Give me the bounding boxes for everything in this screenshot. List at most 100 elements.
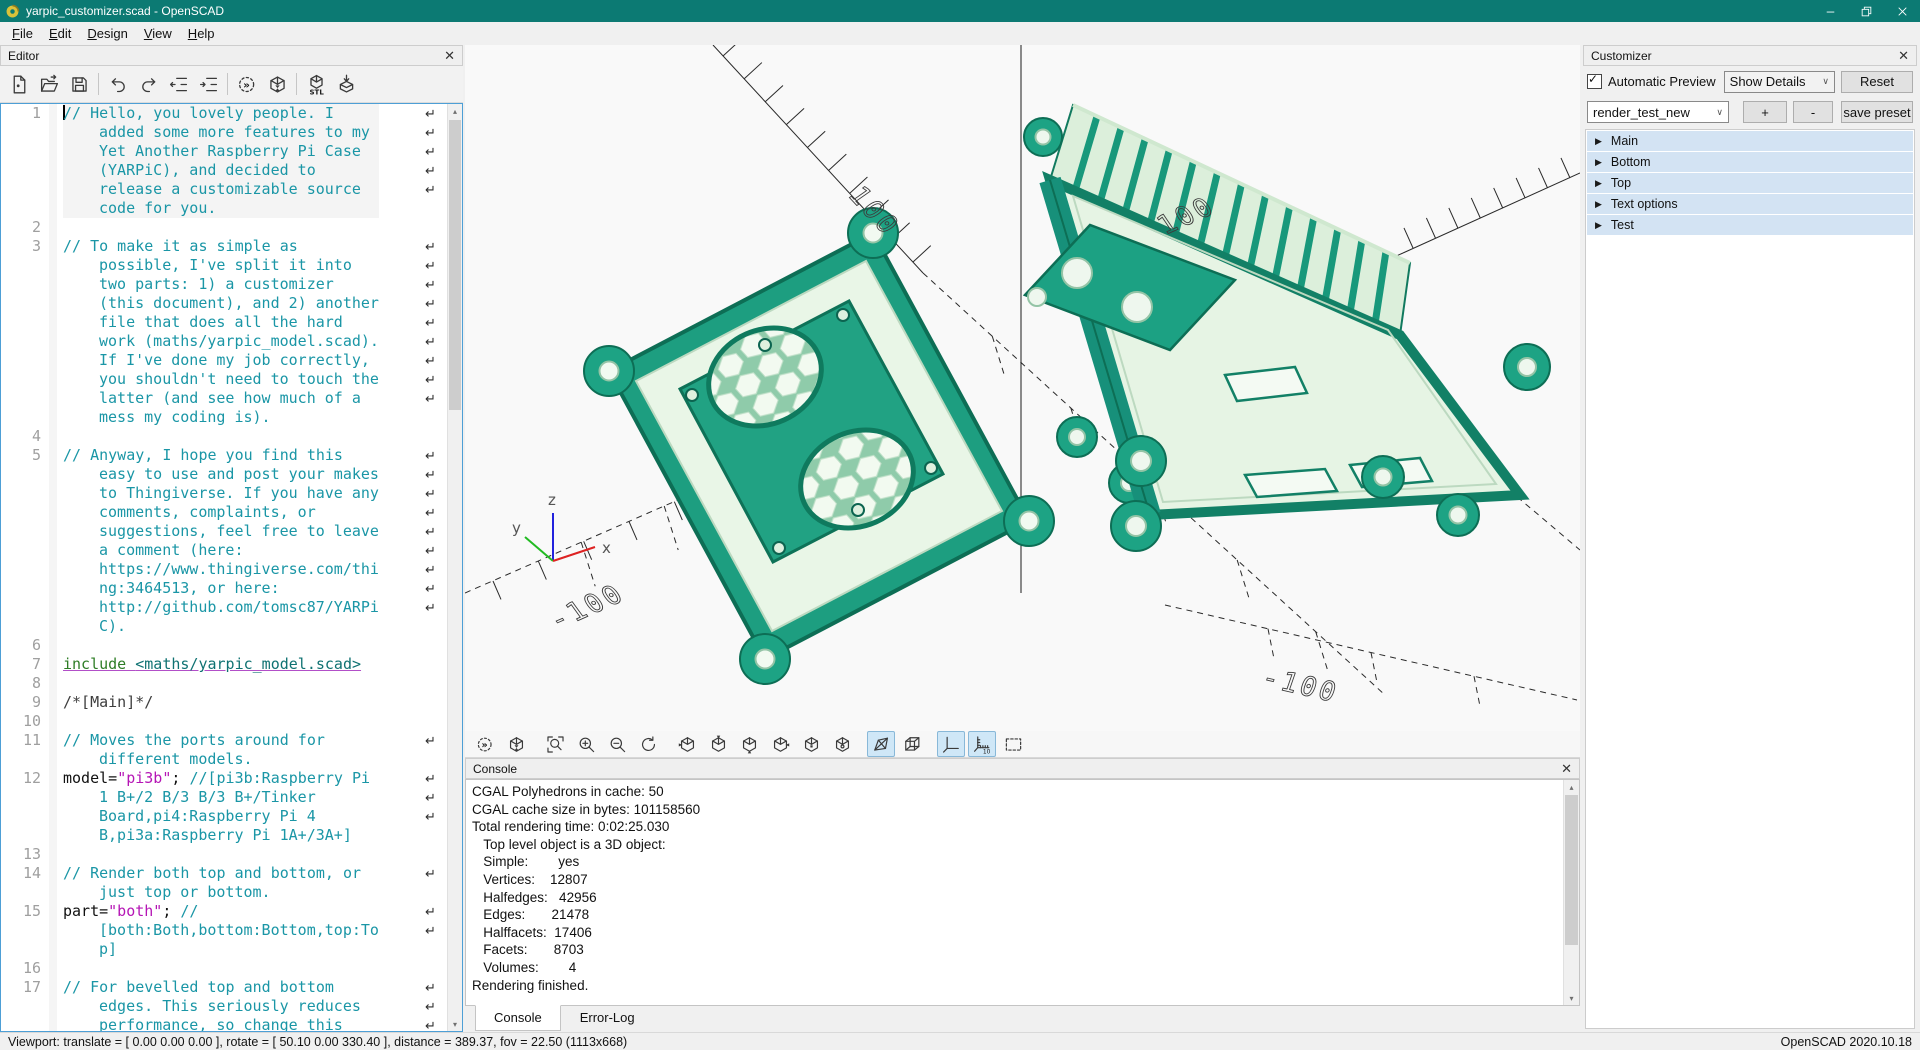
zoom-all-button[interactable] [541,731,569,757]
save-preset-button[interactable]: save preset [1841,101,1913,123]
show-axes-button[interactable] [937,731,965,757]
editor-scrollbar[interactable]: ▴ ▾ [447,104,462,1031]
tab-console[interactable]: Console [475,1005,561,1031]
scroll-down-icon[interactable]: ▾ [1564,991,1579,1005]
fold-margin [49,446,57,636]
customizer-close-icon[interactable]: ✕ [1898,49,1909,62]
view-bottom-button[interactable] [735,731,763,757]
fold-margin [49,674,57,693]
wrap-marker-icon: ↵ [425,276,441,295]
code-line-text: // Anyway, I hope you find this easy to … [63,446,379,636]
scroll-up-icon[interactable]: ▴ [448,104,462,118]
fold-margin [49,902,57,959]
scroll-up-icon[interactable]: ▴ [1564,780,1579,794]
view-left-button[interactable] [766,731,794,757]
line-number: 6 [1,636,49,655]
expand-triangle-icon: ▶ [1595,220,1602,231]
code-editor[interactable]: 1// Hello, you lovely people. I added so… [0,103,463,1032]
fold-margin [49,104,57,218]
add-preset-button[interactable]: + [1743,101,1787,123]
orthogonal-button[interactable] [898,731,926,757]
tab-error-log[interactable]: Error-Log [561,1005,654,1031]
customizer-section-text-options[interactable]: ▶Text options [1587,194,1913,214]
view-right-button[interactable] [673,731,701,757]
menu-design[interactable]: Design [79,23,135,44]
editor-close-icon[interactable]: ✕ [444,49,455,62]
remove-preset-button[interactable]: - [1793,101,1833,123]
save-button[interactable] [64,69,94,99]
fold-margin [49,731,57,769]
view-back-button[interactable] [828,731,856,757]
customizer-section-bottom[interactable]: ▶Bottom [1587,152,1913,172]
zoom-out-button[interactable] [603,731,631,757]
console-tab-bar: ConsoleError-Log [465,1006,1580,1032]
editor-panel-title: Editor [8,49,39,63]
section-label: Main [1611,134,1638,148]
print-3d-button[interactable] [331,69,361,99]
export-stl-button[interactable]: STL [301,69,331,99]
view-top-button[interactable] [704,731,732,757]
unindent-button[interactable] [163,69,193,99]
code-line: 5// Anyway, I hope you find this easy to… [1,446,447,636]
customizer-section-main[interactable]: ▶Main [1587,131,1913,151]
code-line: 2 [1,218,447,237]
line-number: 1 [1,104,49,218]
indent-button[interactable] [193,69,223,99]
preview-button[interactable]: » [232,69,262,99]
wrap-marker-icon: ↵ [425,333,441,352]
console-output[interactable]: CGAL Polyhedrons in cache: 50CGAL cache … [465,779,1580,1006]
close-button[interactable] [1884,0,1920,22]
reset-button[interactable]: Reset [1841,71,1913,93]
preset-dropdown-value: render_test_new [1593,105,1690,120]
open-button[interactable] [34,69,64,99]
render-button[interactable] [262,69,292,99]
reset-view-button[interactable] [634,731,662,757]
automatic-preview-label: Automatic Preview [1608,74,1716,89]
automatic-preview-checkbox[interactable]: ✓ [1587,74,1602,89]
code-line-text [63,218,379,237]
show-crosshairs-button[interactable] [999,731,1027,757]
console-line: Simple: yes [472,853,1573,871]
console-line: Vertices: 12807 [472,871,1573,889]
wrap-marker-icon: ↵ [425,143,441,162]
fold-margin [49,864,57,902]
redo-button[interactable] [133,69,163,99]
menu-view[interactable]: View [136,23,180,44]
show-scale-markers-button[interactable]: 10 [968,731,996,757]
restore-button[interactable] [1848,0,1884,22]
console-scrollbar-thumb[interactable] [1565,795,1578,945]
undo-button[interactable] [103,69,133,99]
fold-margin [49,769,57,845]
fold-margin [49,218,57,237]
line-number: 11 [1,731,49,769]
menu-help[interactable]: Help [180,23,223,44]
perspective-button[interactable] [867,731,895,757]
scroll-down-icon[interactable]: ▾ [448,1017,462,1031]
viewport-3d[interactable]: 100100-100-100zyx [465,45,1580,731]
minimize-button[interactable] [1812,0,1848,22]
view-front-button[interactable] [797,731,825,757]
new-file-button[interactable] [4,69,34,99]
code-line-text [63,674,379,693]
customizer-section-top[interactable]: ▶Top [1587,173,1913,193]
preset-dropdown[interactable]: render_test_new ∨ [1587,101,1729,123]
wrap-marker-icon: ↵ [425,105,441,124]
code-line-text [63,636,379,655]
console-scrollbar[interactable]: ▴ ▾ [1563,780,1579,1005]
code-text-area[interactable]: 1// Hello, you lovely people. I added so… [1,104,447,1031]
render-button[interactable] [502,731,530,757]
menu-file[interactable]: File [4,23,41,44]
fold-margin [49,693,57,712]
line-number: 15 [1,902,49,959]
viewport-canvas[interactable]: 100100-100-100zyx [465,45,1580,731]
customizer-section-test[interactable]: ▶Test [1587,215,1913,235]
console-close-icon[interactable]: ✕ [1561,762,1572,775]
zoom-in-button[interactable] [572,731,600,757]
fold-margin [49,712,57,731]
console-panel-header: Console ✕ [465,758,1580,779]
editor-scrollbar-thumb[interactable] [449,120,461,410]
menu-edit[interactable]: Edit [41,23,79,44]
customizer-panel: Customizer ✕ ✓ Automatic Preview Show De… [1583,45,1917,1031]
details-dropdown[interactable]: Show Details ∨ [1724,71,1835,93]
preview-button[interactable]: » [471,731,499,757]
